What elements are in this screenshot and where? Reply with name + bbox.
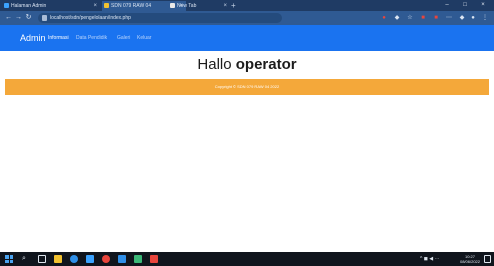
app-red-icon[interactable] [150,255,158,263]
chrome-icon[interactable] [102,255,110,263]
address-bar[interactable]: localhost/sdn/pengelolaan/index.php [38,13,282,23]
greeting-prefix: Hallo [197,56,232,73]
extension-icon[interactable]: ⋯ [445,14,453,22]
tab-favicon-icon [4,3,9,8]
screen: Halaman Admin × SDN 079 RAW 04 × New Tab… [0,0,494,266]
tab-title: Halaman Admin [11,3,47,9]
browser-toolbar: ← → ↻ localhost/sdn/pengelolaan/index.ph… [0,11,494,25]
task-view-icon[interactable] [38,255,46,263]
minimize-button[interactable]: – [440,0,454,11]
menu-icon[interactable]: ⋮ [481,14,489,22]
page-title: Hallo operator [0,56,494,74]
extensions-puzzle-icon[interactable]: ◆ [458,14,466,22]
close-icon[interactable]: × [93,1,97,11]
greeting-username: operator [235,56,297,73]
nav-link-informasi[interactable]: Informasi [48,25,69,51]
nav-link-data-pendidik[interactable]: Data Pendidik [76,25,107,51]
extension-icon[interactable]: ● [380,14,388,22]
windows-taskbar: ⌕ ^ ◼ ◀ ⋯ 10:27 08/06/2022 [0,252,494,266]
app-navbar: Admin Informasi Data Pendidik Galeri Kel… [0,25,494,51]
tab-title: SDN 079 RAW 04 [111,3,152,9]
system-tray[interactable]: ^ ◼ ◀ ⋯ [420,252,440,266]
browser-tab-strip: Halaman Admin × SDN 079 RAW 04 × New Tab… [0,0,494,11]
reload-button[interactable]: ↻ [24,13,33,23]
footer-bar: Copyright © SDN 079 RAW 04 2022 [5,79,489,95]
tab-new-tab[interactable]: New Tab × [168,1,230,11]
app-green-icon[interactable] [134,255,142,263]
close-icon[interactable]: × [223,1,227,11]
address-url[interactable]: localhost/sdn/pengelolaan/index.php [50,13,131,23]
nav-link-keluar[interactable]: Keluar [137,25,151,51]
new-tab-button[interactable]: + [231,0,236,11]
extension-icon[interactable]: ■ [432,14,440,22]
nav-link-galeri[interactable]: Galeri [117,25,130,51]
edge-icon[interactable] [70,255,78,263]
navbar-brand[interactable]: Admin [20,25,46,51]
clock-date: 08/06/2022 [459,259,481,264]
tab-favicon-icon [104,3,109,8]
profile-icon[interactable]: ● [469,14,477,22]
search-icon[interactable]: ⌕ [22,255,26,263]
extension-icon[interactable]: ◆ [393,14,401,22]
back-button[interactable]: ← [4,13,13,23]
photos-icon[interactable] [86,255,94,263]
extension-icon[interactable]: ■ [419,14,427,22]
tab-title: New Tab [177,3,197,9]
maximize-button[interactable]: □ [458,0,472,11]
explorer-icon[interactable] [54,255,62,263]
tab-halaman-admin[interactable]: Halaman Admin × [2,1,100,11]
footer-copyright: Copyright © SDN 079 RAW 04 2022 [214,84,280,89]
close-window-button[interactable]: × [476,0,490,11]
windows-start-icon[interactable] [5,255,13,263]
taskbar-clock[interactable]: 10:27 08/06/2022 [459,254,481,264]
notification-icon[interactable] [484,255,491,263]
tab-favicon-icon [170,3,175,8]
forward-button[interactable]: → [14,13,23,23]
vscode-icon[interactable] [118,255,126,263]
info-icon[interactable] [42,15,47,21]
extension-icon[interactable]: ☆ [406,14,414,22]
